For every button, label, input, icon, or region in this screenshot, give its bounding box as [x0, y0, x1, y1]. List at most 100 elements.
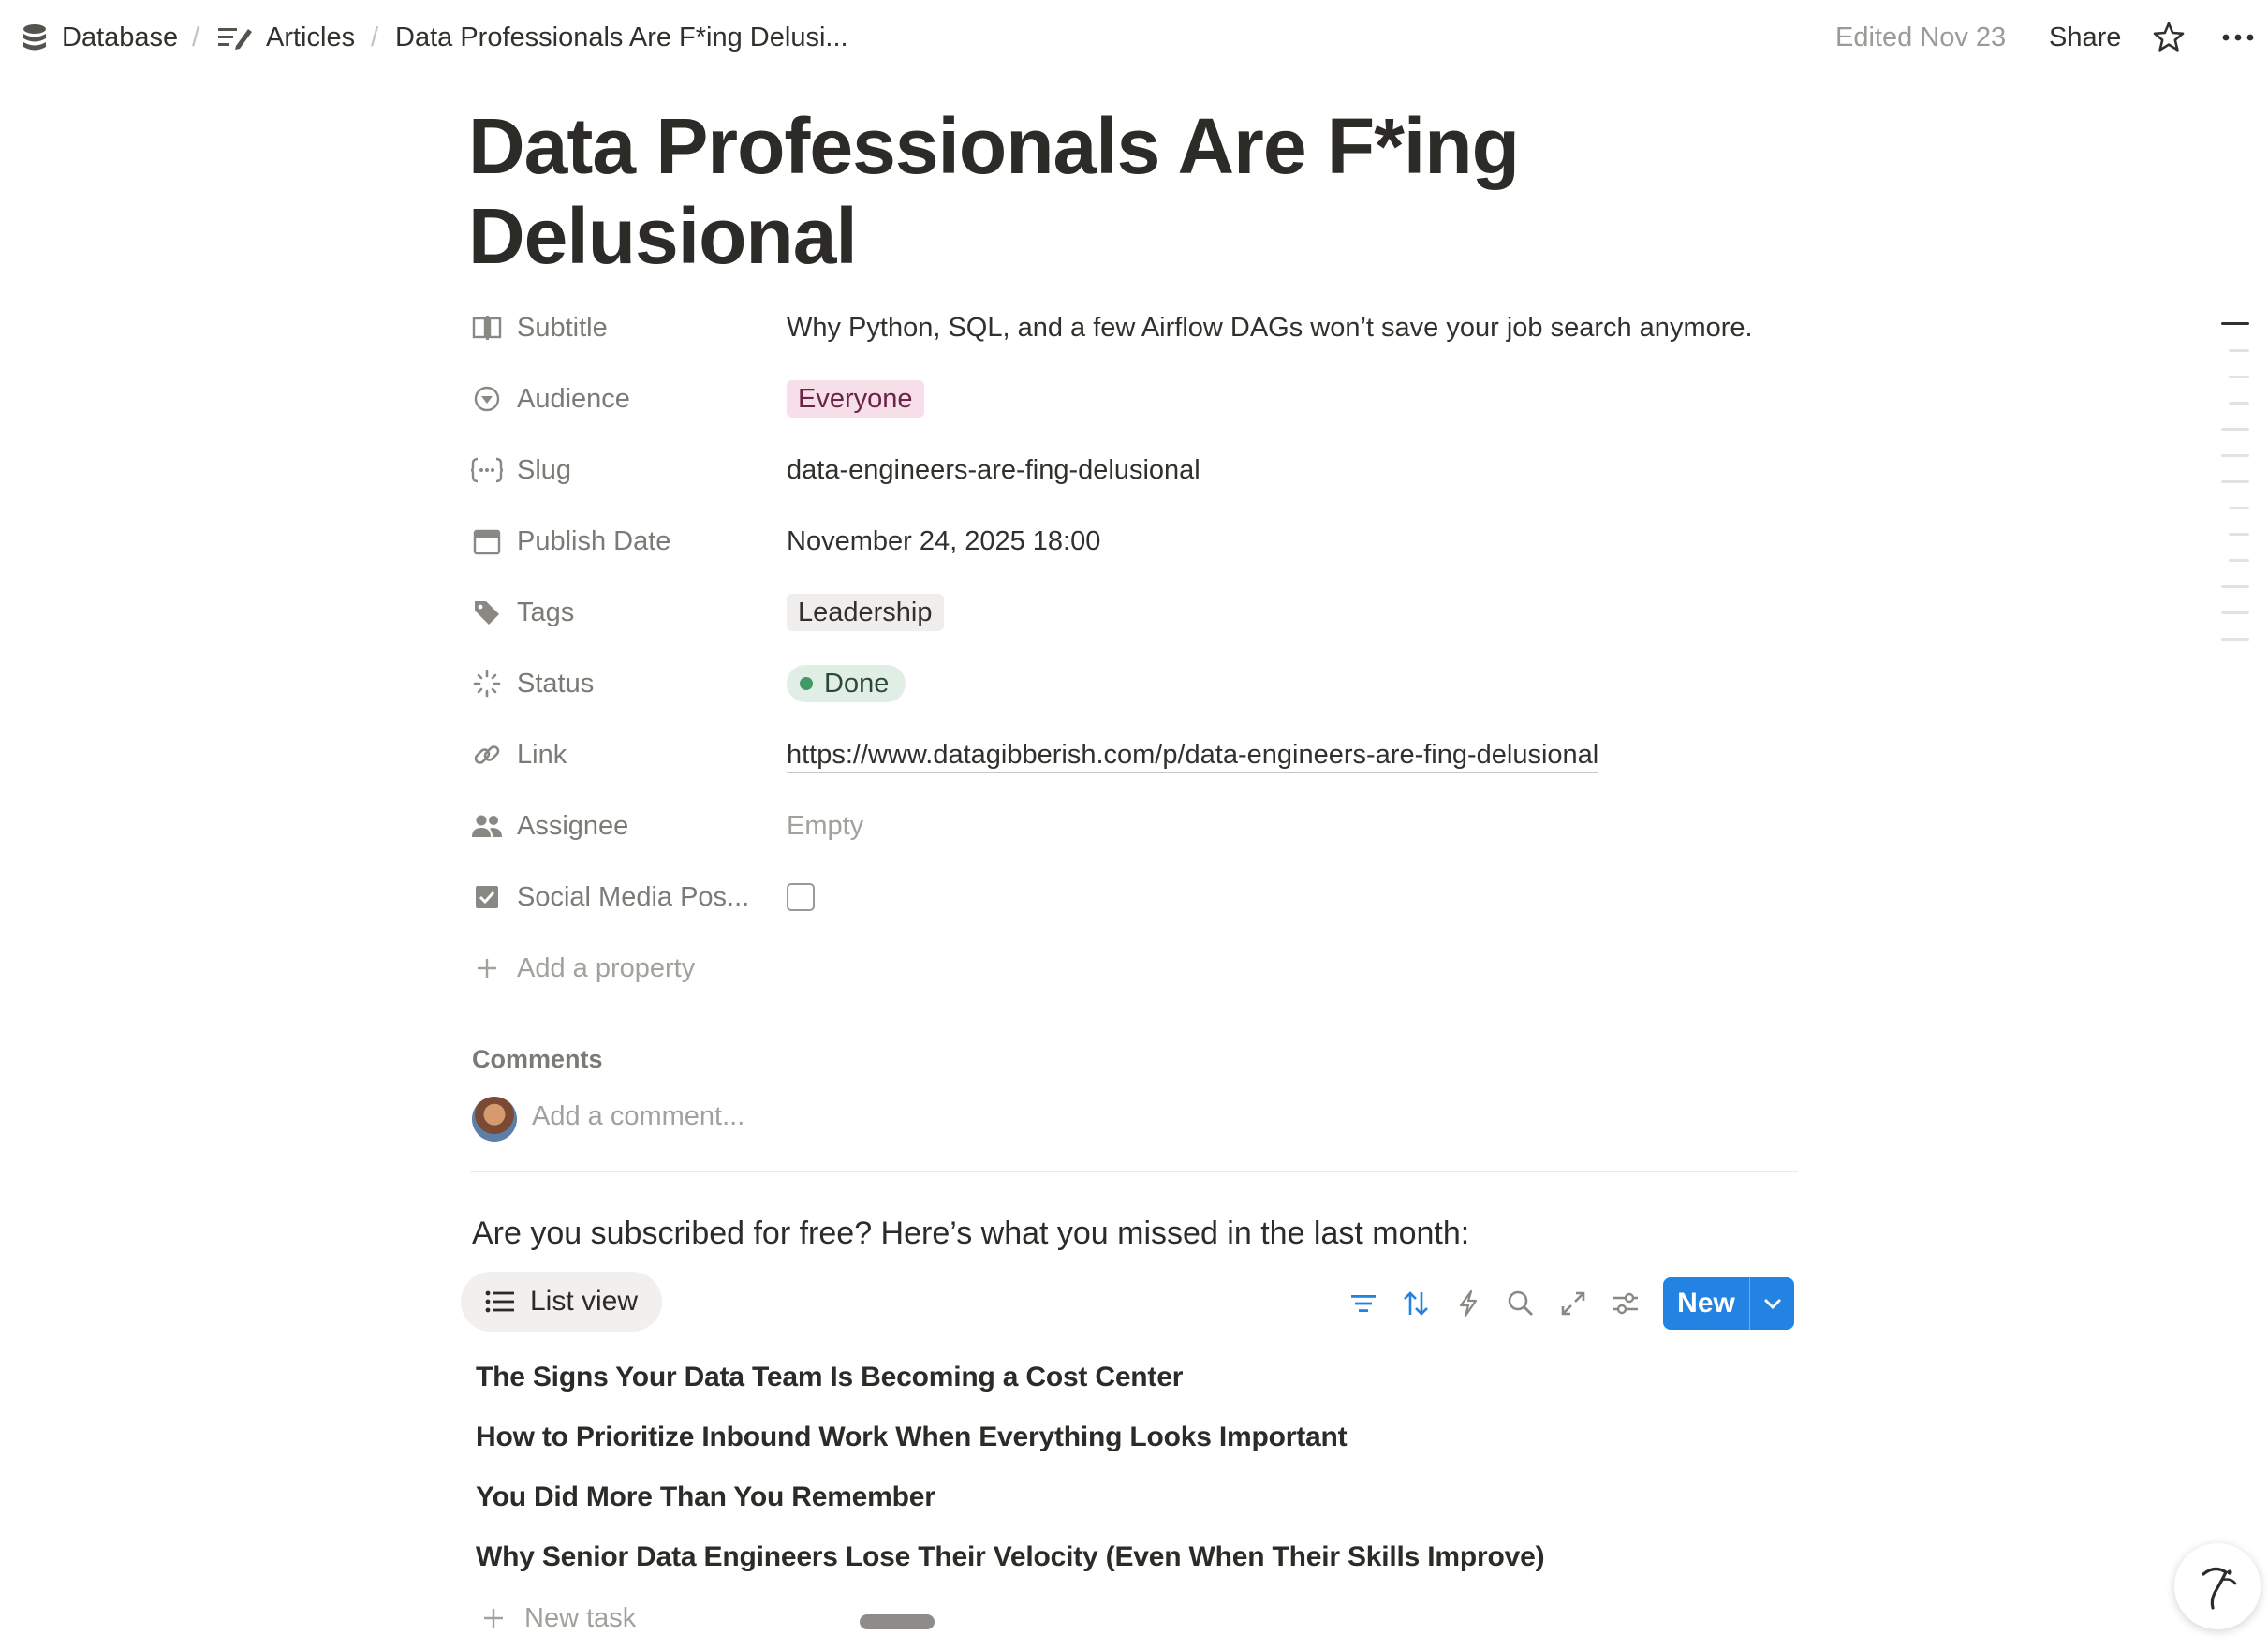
social-media-value[interactable]	[787, 869, 815, 925]
list-item[interactable]: You Did More Than You Remember	[476, 1481, 935, 1513]
breadcrumb-current-label: Data Professionals Are F*ing Delusi...	[395, 22, 848, 52]
settings-sliders-icon	[1613, 1292, 1638, 1315]
property-subtitle[interactable]: Subtitle Why Python, SQL, and a few Airf…	[468, 300, 1798, 356]
more-button[interactable]	[2217, 17, 2259, 58]
link-value[interactable]: https://www.datagibberish.com/p/data-eng…	[787, 727, 1599, 783]
search-icon	[1508, 1290, 1533, 1316]
new-button-label[interactable]: New	[1663, 1277, 1750, 1330]
search-button[interactable]	[1502, 1285, 1539, 1322]
scroll-handle[interactable]	[860, 1614, 935, 1629]
view-settings-button[interactable]	[1607, 1285, 1644, 1322]
toc-marker[interactable]	[2229, 402, 2249, 405]
slug-value[interactable]: data-engineers-are-fing-delusional	[787, 442, 1200, 498]
expand-icon	[1561, 1291, 1585, 1316]
automation-button[interactable]	[1450, 1285, 1487, 1322]
people-icon	[468, 809, 506, 843]
property-assignee[interactable]: Assignee Empty	[468, 798, 1798, 854]
property-audience[interactable]: Audience Everyone	[468, 371, 1798, 427]
comments-heading: Comments	[472, 1045, 603, 1073]
status-dot	[800, 677, 813, 690]
social-media-checkbox[interactable]	[787, 883, 815, 911]
new-task-button[interactable]: New task	[481, 1599, 636, 1637]
status-value[interactable]: Done	[787, 656, 906, 712]
property-tags[interactable]: Tags Leadership	[468, 584, 1798, 641]
plus-icon	[484, 1609, 503, 1628]
favorite-button[interactable]	[2148, 17, 2189, 58]
breadcrumb-separator: /	[192, 22, 200, 52]
publish-date-value[interactable]: November 24, 2025 18:00	[787, 513, 1100, 569]
property-publish-date[interactable]: Publish Date November 24, 2025 18:00	[468, 513, 1798, 569]
list-item[interactable]: How to Prioritize Inbound Work When Ever…	[476, 1422, 1348, 1453]
property-link[interactable]: Link https://www.datagibberish.com/p/dat…	[468, 727, 1798, 783]
edited-timestamp: Edited Nov 23	[1835, 22, 2007, 52]
tag-icon	[468, 596, 506, 629]
comment-input[interactable]: Add a comment...	[532, 1101, 744, 1132]
sort-icon	[1404, 1291, 1428, 1316]
toc-marker[interactable]	[2229, 349, 2249, 352]
sort-button[interactable]	[1397, 1285, 1435, 1322]
page-title[interactable]: Data Professionals Are F*ing Delusional	[468, 101, 1779, 281]
automation-bolt-icon	[1459, 1289, 1478, 1318]
tags-value[interactable]: Leadership	[787, 584, 944, 641]
property-label: Assignee	[517, 811, 629, 841]
toc-marker[interactable]	[2221, 454, 2249, 457]
list-icon	[485, 1290, 514, 1313]
new-button[interactable]: New	[1663, 1277, 1794, 1330]
property-label: Status	[517, 669, 595, 699]
plus-icon	[468, 951, 506, 985]
toc-marker[interactable]	[2221, 585, 2249, 588]
add-property-label: Add a property	[517, 953, 696, 983]
toc-marker[interactable]	[2221, 480, 2249, 483]
toc-marker[interactable]	[2221, 611, 2249, 614]
top-bar: Database / Articles / Data Professionals…	[0, 0, 2268, 75]
more-icon	[2222, 34, 2254, 41]
assignee-value[interactable]: Empty	[787, 798, 863, 854]
subtitle-value[interactable]: Why Python, SQL, and a few Airflow DAGs …	[787, 300, 1753, 356]
toc-marker[interactable]	[2229, 559, 2249, 562]
breadcrumb-current-page[interactable]: Data Professionals Are F*ing Delusi...	[395, 17, 848, 58]
property-label: Social Media Pos...	[517, 882, 750, 912]
toc-marker[interactable]	[2229, 376, 2249, 378]
section-intro: Are you subscribed for free? Here’s what…	[472, 1215, 1470, 1251]
breadcrumb-database[interactable]: Database	[21, 17, 178, 58]
edit-list-icon	[218, 28, 252, 50]
list-item[interactable]: The Signs Your Data Team Is Becoming a C…	[476, 1362, 1183, 1393]
property-slug[interactable]: Slug data-engineers-are-fing-delusional	[468, 442, 1798, 498]
toc-marker-active[interactable]	[2221, 322, 2249, 325]
link-url[interactable]: https://www.datagibberish.com/p/data-eng…	[787, 738, 1599, 773]
avatar	[472, 1097, 517, 1142]
filter-icon	[1351, 1295, 1376, 1312]
status-label: Done	[824, 669, 890, 699]
share-button[interactable]: Share	[2049, 17, 2121, 58]
help-assistant-button[interactable]	[2174, 1543, 2261, 1629]
property-label: Publish Date	[517, 526, 671, 556]
toc-marker[interactable]	[2221, 428, 2249, 431]
add-property-button[interactable]: Add a property	[468, 940, 1798, 996]
link-icon	[468, 738, 506, 772]
toc-marker[interactable]	[2229, 507, 2249, 509]
checkbox-icon	[468, 880, 506, 914]
chevron-down-icon	[1763, 1299, 1781, 1309]
property-label: Subtitle	[517, 313, 608, 343]
divider	[470, 1171, 1798, 1172]
breadcrumb-articles-label: Articles	[266, 22, 356, 52]
ai-assistant-icon	[2202, 1567, 2237, 1610]
audience-value[interactable]: Everyone	[787, 371, 924, 427]
new-dropdown-button[interactable]	[1750, 1277, 1794, 1330]
list-view-tab[interactable]: List view	[461, 1272, 662, 1332]
list-view-label: List view	[530, 1286, 639, 1317]
list-item[interactable]: Why Senior Data Engineers Lose Their Vel…	[476, 1541, 1545, 1573]
toc-marker[interactable]	[2221, 638, 2249, 641]
audience-pill: Everyone	[787, 380, 924, 418]
expand-button[interactable]	[1554, 1285, 1592, 1322]
property-label: Tags	[517, 597, 575, 627]
formula-braces-icon	[468, 453, 506, 487]
tag-pill: Leadership	[787, 594, 944, 631]
breadcrumb-database-label: Database	[62, 22, 179, 52]
breadcrumb-articles[interactable]: Articles	[217, 17, 355, 58]
property-label: Audience	[517, 384, 630, 414]
property-status[interactable]: Status Done	[468, 656, 1798, 712]
toc-marker[interactable]	[2229, 533, 2249, 536]
filter-button[interactable]	[1345, 1285, 1382, 1322]
property-social-media[interactable]: Social Media Pos...	[468, 869, 1798, 925]
